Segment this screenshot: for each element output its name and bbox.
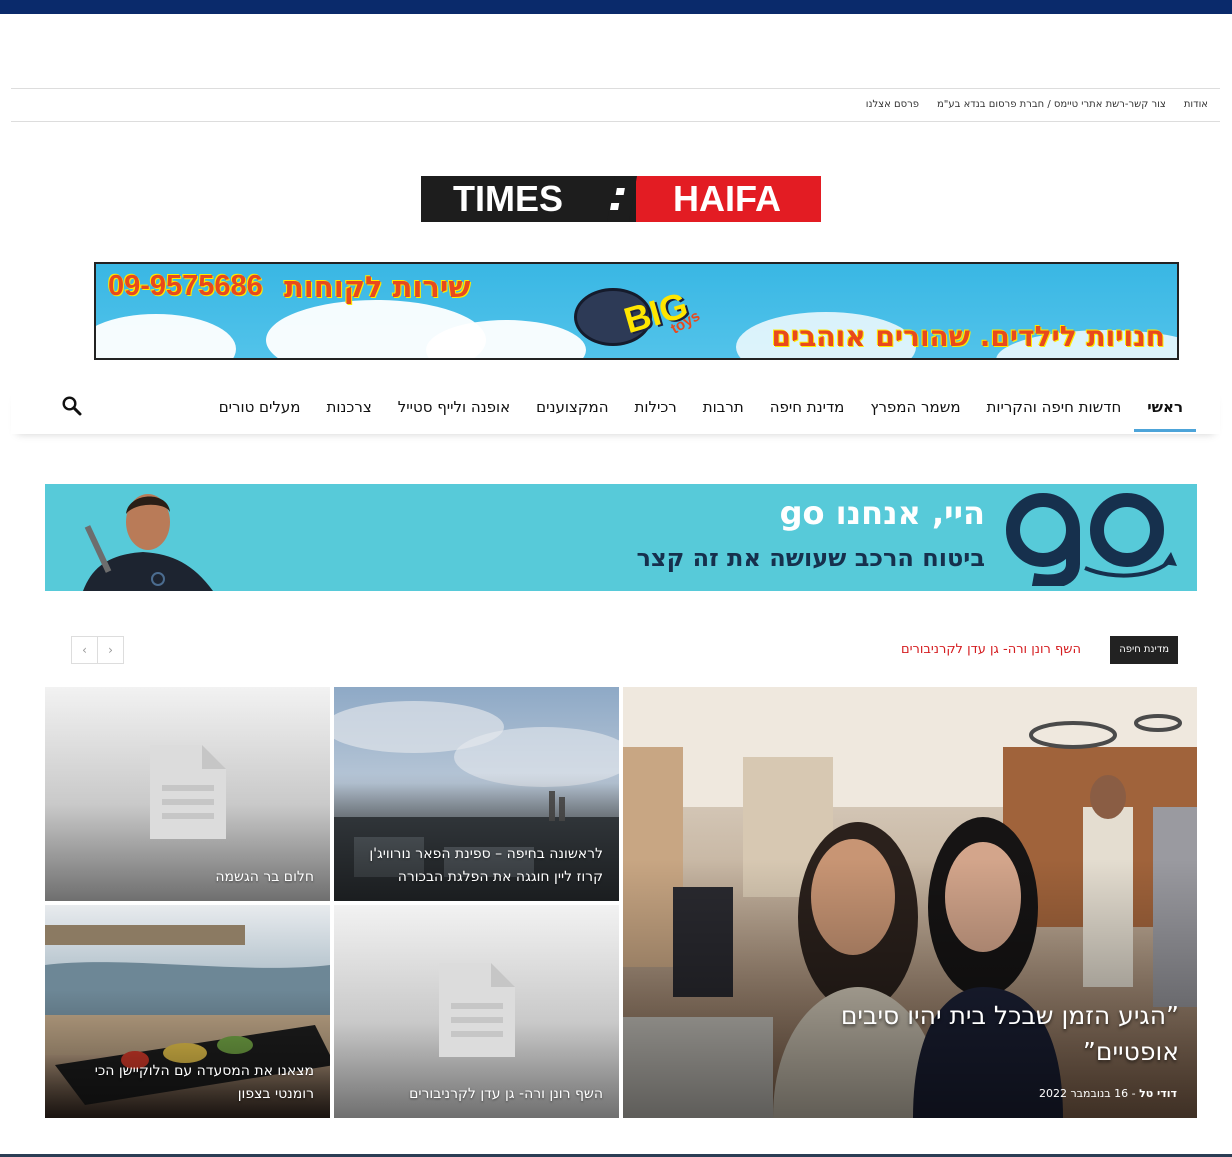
utility-link-about[interactable]: אודות: [1184, 99, 1208, 110]
article-date: 16 בנובמבר 2022: [1038, 1087, 1129, 1100]
site-logo[interactable]: HAIFA TIMES: [421, 176, 821, 222]
featured-grid: ”הגיע הזמן שבכל בית יהיו סיבים אופטיים” …: [45, 687, 1197, 1118]
featured-article-title[interactable]: ”הגיע הזמן שבכל בית יהיו סיבים אופטיים”: [799, 998, 1179, 1070]
utility-bar: אודות צור קשר-רשת אתרי טיימס / חברת פרסו…: [11, 88, 1220, 122]
news-ticker: מדינת חיפה השף רונן ורה- גן עדן לקרניבור…: [45, 636, 1197, 664]
article-tile-dream[interactable]: חלום בר הגשמה: [45, 687, 330, 901]
article-title-restaurant[interactable]: מצאנו את המסעדה עם הלוקיישן הכי רומנטי ב…: [64, 1060, 314, 1106]
main-navigation: ראשי חדשות חיפה והקריות משמר המפרץ מדינת…: [11, 386, 1220, 434]
chevron-right-icon[interactable]: ›: [97, 636, 124, 664]
document-placeholder-icon: [438, 963, 515, 1057]
utility-link-advertise[interactable]: פרסם אצלנו: [866, 99, 919, 110]
nav-item-columns[interactable]: מעלים טורים: [206, 386, 314, 432]
article-tile-chef[interactable]: השף רונן ורה- גן עדן לקרניבורים: [334, 905, 619, 1118]
banner-person-image: [83, 494, 213, 591]
go-logo-icon: [1006, 493, 1177, 586]
nav-item-haifa-news[interactable]: חדשות חיפה והקריות: [974, 386, 1135, 432]
nav-item-gossip[interactable]: רכילות: [622, 386, 690, 432]
nav-list: ראשי חדשות חיפה והקריות משמר המפרץ מדינת…: [206, 386, 1196, 432]
article-title-chef[interactable]: השף רונן ורה- גן עדן לקרניבורים: [409, 1083, 603, 1106]
utility-link-contact[interactable]: צור קשר-רשת אתרי טיימס / חברת פרסום בנדא…: [937, 99, 1166, 110]
nav-item-consumer[interactable]: צרכנות: [313, 386, 384, 432]
article-tile-cruise[interactable]: לראשונה בחיפה – ספינת הפאר נורוויג'ן קרו…: [334, 687, 619, 901]
banner-tagline: חנויות לילדים. שהורים אוהבים: [771, 320, 1165, 353]
ticker-headline[interactable]: השף רונן ורה- גן עדן לקרניבורים: [901, 636, 1081, 664]
article-title-dream[interactable]: חלום בר הגשמה: [215, 866, 314, 889]
image-shade: [623, 859, 1197, 1118]
bigtoys-banner[interactable]: 09-9575686 שירות לקוחות BIG toys חנויות …: [94, 262, 1179, 360]
logo-times: TIMES: [421, 176, 636, 222]
logo-slash-icon: [607, 176, 637, 222]
chevron-left-icon[interactable]: ‹: [71, 636, 98, 664]
logo-haifa: HAIFA: [636, 176, 821, 222]
nav-item-culture[interactable]: תרבות: [690, 386, 757, 432]
go-insurance-banner[interactable]: היי, אנחנו go ביטוח הרכב שעושה את זה קצר: [45, 484, 1197, 591]
go-banner-title: היי, אנחנו go: [779, 494, 985, 532]
document-placeholder-icon: [149, 745, 226, 839]
top-accent-bar: [0, 0, 1232, 14]
article-title-cruise[interactable]: לראשונה בחיפה – ספינת הפאר נורוויג'ן קרו…: [363, 843, 603, 889]
search-icon[interactable]: [61, 395, 83, 417]
bigtoys-logo: BIG toys: [574, 278, 704, 352]
nav-item-home[interactable]: ראשי: [1134, 386, 1196, 432]
meta-separator: -: [1131, 1087, 1136, 1100]
article-tile-restaurant[interactable]: מצאנו את המסעדה עם הלוקיישן הכי רומנטי ב…: [45, 905, 330, 1118]
ticker-category-label[interactable]: מדינת חיפה: [1110, 636, 1178, 664]
nav-item-fashion[interactable]: אופנה ולייף סטייל: [385, 386, 523, 432]
banner-phone: 09-9575686: [108, 270, 263, 302]
cloud-shape: [96, 314, 236, 358]
nav-item-haifa-state[interactable]: מדינת חיפה: [757, 386, 858, 432]
utility-links: אודות צור קשר-רשת אתרי טיימס / חברת פרסו…: [866, 99, 1208, 110]
nav-item-mishmar-hamifratz[interactable]: משמר המפרץ: [857, 386, 973, 432]
featured-article-tile[interactable]: ”הגיע הזמן שבכל בית יהיו סיבים אופטיים” …: [623, 687, 1197, 1118]
ticker-nav: ‹ ›: [71, 636, 124, 664]
article-author[interactable]: דודי טל: [1139, 1087, 1177, 1100]
go-banner-subtitle: ביטוח הרכב שעושה את זה קצר: [636, 544, 985, 572]
nav-item-professionals[interactable]: המקצוענים: [523, 386, 621, 432]
featured-article-meta: דודי טל - 16 בנובמבר 2022: [1039, 1087, 1177, 1100]
banner-headline: שירות לקוחות: [284, 270, 471, 304]
